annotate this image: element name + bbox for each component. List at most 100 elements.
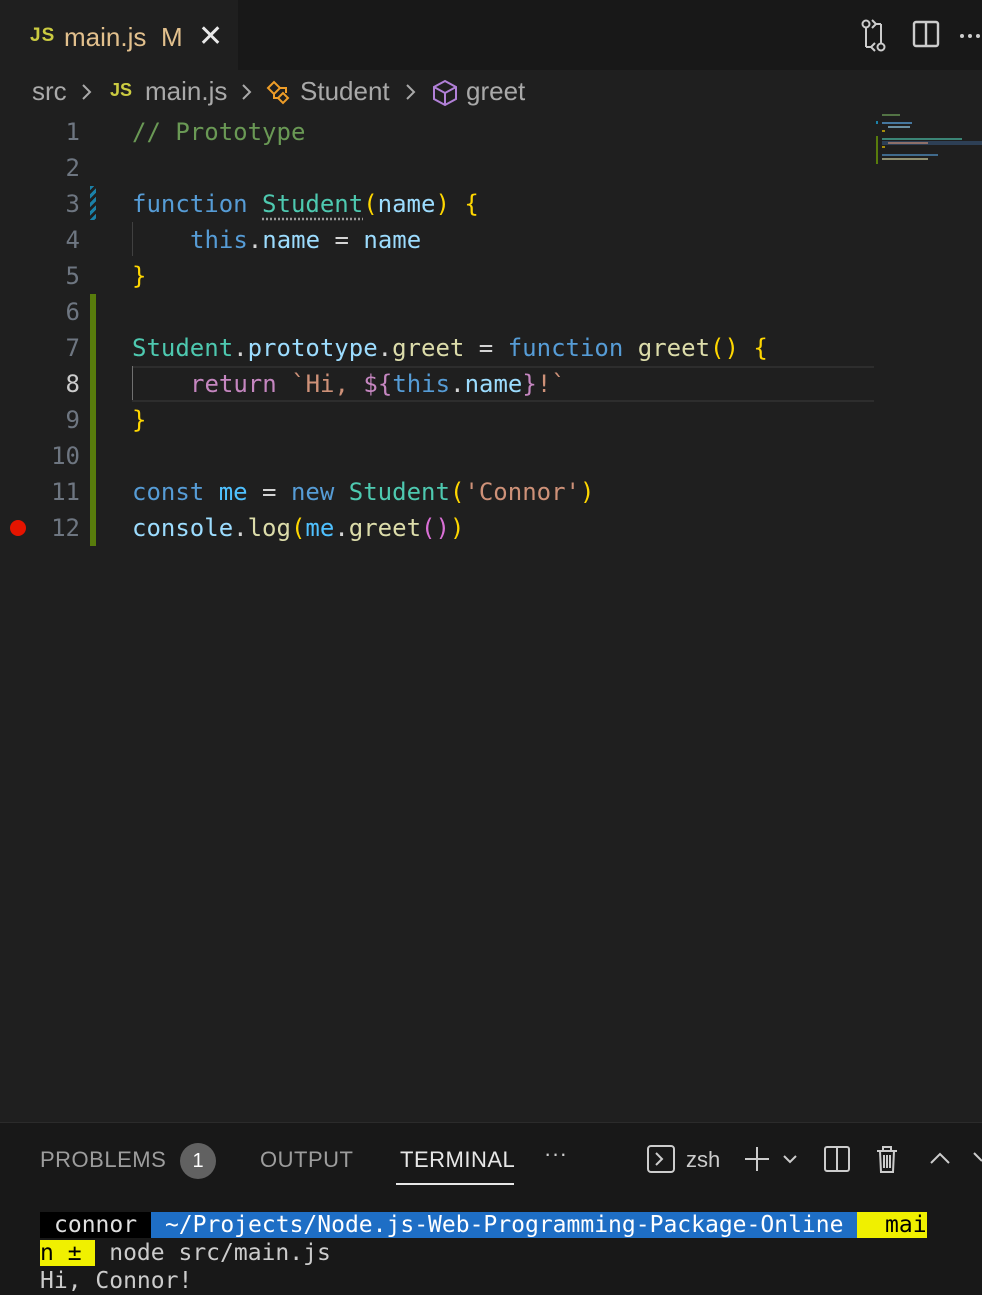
chevron-right-icon [240,74,254,117]
dot-token: . [377,334,393,362]
code-line-8: return `Hi, ${this.name}!` [190,366,566,402]
template-close-token: } [522,370,537,398]
breadcrumb-symbol-student[interactable]: Student [300,76,390,107]
paren-token: ( [710,334,725,362]
paren-token: ( [421,514,436,542]
dot-token: . [450,370,465,398]
operator-token: = [247,478,291,506]
code-line-7: Student.prototype.greet = function greet… [132,330,768,366]
code-line-12: console.log(me.greet()) [132,510,464,546]
minimap[interactable] [876,112,982,172]
prompt-branch-cont: n ± [40,1240,96,1266]
prompt-path: ~/Projects/Node.js-Web-Programming-Packa… [151,1212,858,1238]
comment-token: // Prototype [132,118,306,146]
keyword-token: function [132,190,248,218]
property-token: name [262,226,321,254]
paren-token: ) [435,190,450,218]
string-token: `Hi, [276,370,364,398]
const-variable-token: me [218,478,248,506]
keyword-token: function [507,334,624,362]
added-lines-marker [90,294,96,546]
keyword-token: new [290,478,335,506]
tab-main-js[interactable]: JS main.js M ✕ [0,0,238,71]
breadcrumb-symbol-greet[interactable]: greet [466,76,525,107]
problems-count-badge: 1 [180,1143,216,1179]
terminal-shell-name[interactable]: zsh [686,1147,720,1173]
chevron-down-icon[interactable] [780,1143,800,1180]
close-tab-icon[interactable]: ✕ [198,19,223,54]
brace-token: { [753,334,768,362]
class-name-token: Student [348,478,450,506]
property-token: prototype [247,334,378,362]
return-keyword-token: return [190,370,277,398]
breadcrumb-folder[interactable]: src [32,76,67,107]
operator-token: = [320,226,364,254]
breadcrumb-file[interactable]: main.js [145,76,227,107]
code-line-1: // Prototype [132,114,305,150]
string-token: 'Connor' [464,478,580,506]
code-line-3: function Student(name) { [132,186,479,222]
line-number: 8 [65,370,80,398]
variable-token: console [132,514,234,542]
this-keyword-token: this [190,226,248,254]
line-number: 6 [65,298,80,326]
trash-icon[interactable] [872,1143,902,1180]
method-symbol-icon [430,78,460,115]
paren-token: ) [724,334,739,362]
tab-problems[interactable]: PROBLEMS [40,1147,166,1173]
line-number: 9 [65,406,80,434]
split-editor-icon[interactable] [906,14,946,58]
brace-token: { [464,190,479,218]
tab-terminal[interactable]: TERMINAL [400,1147,515,1173]
terminal-command: node src/main.js [95,1240,331,1266]
class-symbol-icon [264,78,294,115]
code-line-9: } [132,402,146,438]
brace-token: } [132,406,147,434]
line-number: 5 [65,262,80,290]
paren-token: ( [290,514,306,542]
code-line-5: } [132,258,146,294]
source-control-compare-icon[interactable] [854,14,894,58]
maximize-panel-icon[interactable] [926,1143,954,1180]
paren-token: ( [449,478,465,506]
this-keyword-token: this [392,370,451,398]
method-token: log [247,514,291,542]
close-panel-icon[interactable] [970,1143,982,1180]
variable-token: name [363,226,422,254]
more-actions-icon[interactable] [956,14,982,58]
dot-token: . [247,226,263,254]
terminal-program-output: Hi, Connor! [40,1268,193,1294]
editor-tab-bar: JS main.js M ✕ [0,0,982,71]
terminal-shell-icon [646,1143,676,1180]
new-terminal-icon[interactable] [742,1143,772,1180]
chevron-right-icon [404,74,418,117]
tab-file-name: main.js [64,22,147,52]
line-number: 11 [51,478,80,506]
split-terminal-icon[interactable] [822,1143,852,1180]
panel-more-icon[interactable]: ··· [544,1141,567,1167]
prompt-git-glyphs [857,1212,872,1238]
tab-output[interactable]: OUTPUT [260,1147,353,1173]
line-number: 7 [65,334,80,362]
keyword-token: const [132,478,205,506]
paren-token: ) [579,478,595,506]
active-tab-indicator [396,1183,514,1185]
line-number: 10 [51,442,80,470]
code-editor[interactable]: 1 2 3 4 5 6 7 8 9 10 11 12 // Prototype function St… [0,112,982,1122]
breakpoint-icon[interactable] [10,520,26,536]
paren-token: ) [449,514,465,542]
function-name-token: greet [637,334,711,362]
brace-token: } [132,262,147,290]
modified-line-marker [90,186,96,220]
const-variable-token: me [305,514,335,542]
indent-guide [132,222,133,256]
property-token: name [464,370,523,398]
terminal-output[interactable]: connor ~/Projects/Node.js-Web-Programmin… [40,1211,927,1295]
dot-token: . [233,334,248,362]
code-line-4: this.name = name [190,222,421,258]
dot-token: . [233,514,248,542]
